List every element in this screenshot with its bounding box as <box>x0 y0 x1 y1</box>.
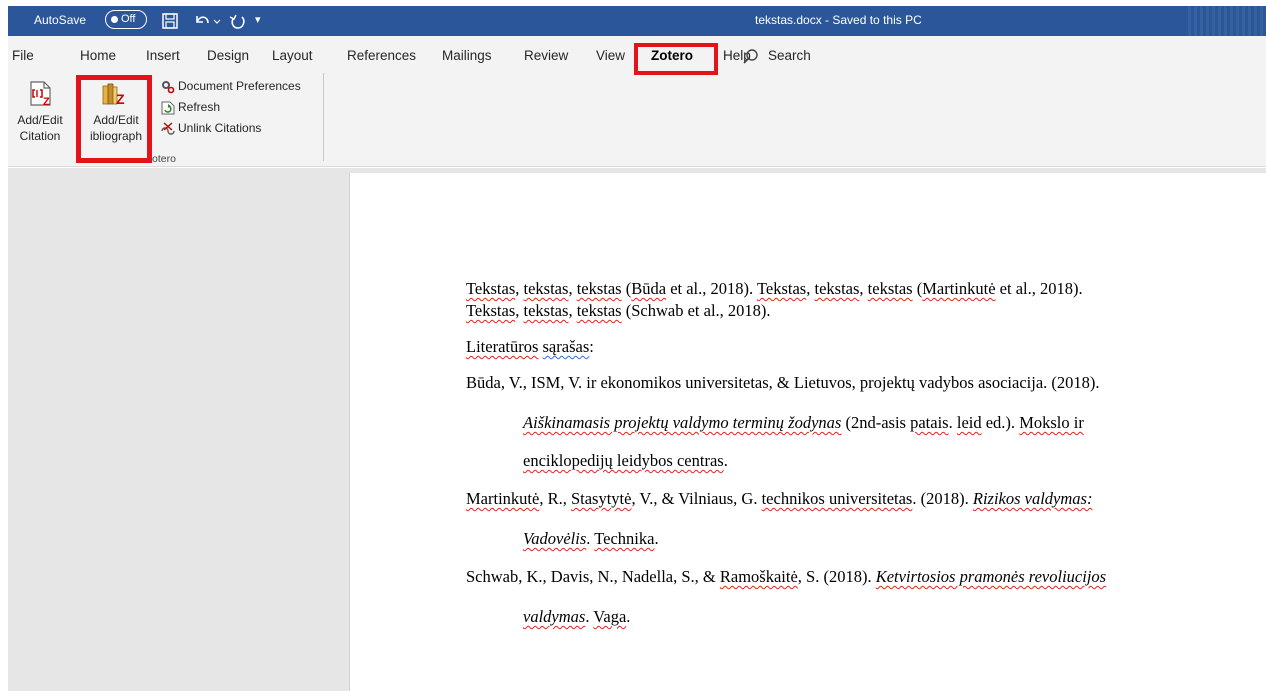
tab-references[interactable]: References <box>347 48 416 63</box>
gear-icon <box>162 81 175 94</box>
paragraph-line[interactable]: Tekstas, tekstas, tekstas (Būda et al., … <box>466 279 1083 299</box>
search-box[interactable]: Search <box>768 48 811 63</box>
toggle-knob <box>111 15 118 23</box>
add-edit-citation-icon[interactable]: Z <box>28 80 54 108</box>
page-edge <box>349 173 350 691</box>
refresh-icon <box>161 101 175 115</box>
tab-view[interactable]: View <box>596 48 625 63</box>
customize-qat-icon[interactable]: ▾ <box>255 13 261 26</box>
title-decoration <box>1188 6 1266 36</box>
bibliography-heading[interactable]: Literatūros sąrašas: <box>466 337 594 357</box>
document-preferences-button[interactable]: Document Preferences <box>160 78 320 96</box>
autosave-state: Off <box>121 13 136 25</box>
refresh-button[interactable]: Refresh <box>160 99 240 117</box>
autosave-label: AutoSave <box>34 13 87 27</box>
tab-design[interactable]: Design <box>207 48 249 63</box>
document-preferences-label: Document Preferences <box>178 79 301 93</box>
tab-insert[interactable]: Insert <box>146 48 180 63</box>
unlink-icon <box>161 122 175 135</box>
reference-line[interactable]: Schwab, K., Davis, N., Nadella, S., & Ra… <box>466 567 1106 587</box>
tab-review[interactable]: Review <box>524 48 568 63</box>
title-bar: AutoSave Off ▾ tekstas.docx - Saved to t… <box>8 6 1266 36</box>
add-edit-citation-button[interactable]: Add/Edit Citation <box>14 112 66 144</box>
save-icon[interactable] <box>160 10 180 32</box>
reference-line[interactable]: enciklopedijų leidybos centras. <box>523 451 728 471</box>
reference-line[interactable]: Būda, V., ISM, V. ir ekonomikos universi… <box>466 373 1100 393</box>
tab-home[interactable]: Home <box>80 48 116 63</box>
zotero-tab-highlight <box>634 43 718 75</box>
tab-layout[interactable]: Layout <box>272 48 313 63</box>
undo-icon[interactable] <box>192 10 212 32</box>
search-icon[interactable] <box>742 48 760 66</box>
reference-line[interactable]: Martinkutė, R., Stasytytė, V., & Vilniau… <box>466 489 1092 509</box>
tab-mailings[interactable]: Mailings <box>442 48 492 63</box>
reference-line[interactable]: Vadovėlis. Technika. <box>523 529 659 549</box>
citation-label-line2: Citation <box>19 129 61 143</box>
tab-file[interactable]: File <box>12 48 34 63</box>
bibliography-highlight <box>76 75 152 163</box>
redo-icon[interactable] <box>228 10 248 32</box>
citation-label-line1: Add/Edit <box>17 113 63 127</box>
unlink-citations-label: Unlink Citations <box>178 121 262 135</box>
svg-text:Z: Z <box>43 96 50 108</box>
undo-dropdown-icon[interactable] <box>212 10 222 32</box>
group-separator <box>323 73 324 161</box>
paragraph-line[interactable]: Tekstas, tekstas, tekstas (Schwab et al.… <box>466 301 771 321</box>
reference-line[interactable]: valdymas. Vaga. <box>523 607 630 627</box>
autosave-toggle[interactable]: Off <box>105 10 147 29</box>
document-title: tekstas.docx - Saved to this PC <box>755 13 922 27</box>
zotero-group-label: otero <box>152 153 176 165</box>
unlink-citations-button[interactable]: Unlink Citations <box>160 120 280 138</box>
reference-line[interactable]: Aiškinamasis projektų valdymo terminų žo… <box>523 413 1084 433</box>
refresh-label: Refresh <box>178 100 221 114</box>
